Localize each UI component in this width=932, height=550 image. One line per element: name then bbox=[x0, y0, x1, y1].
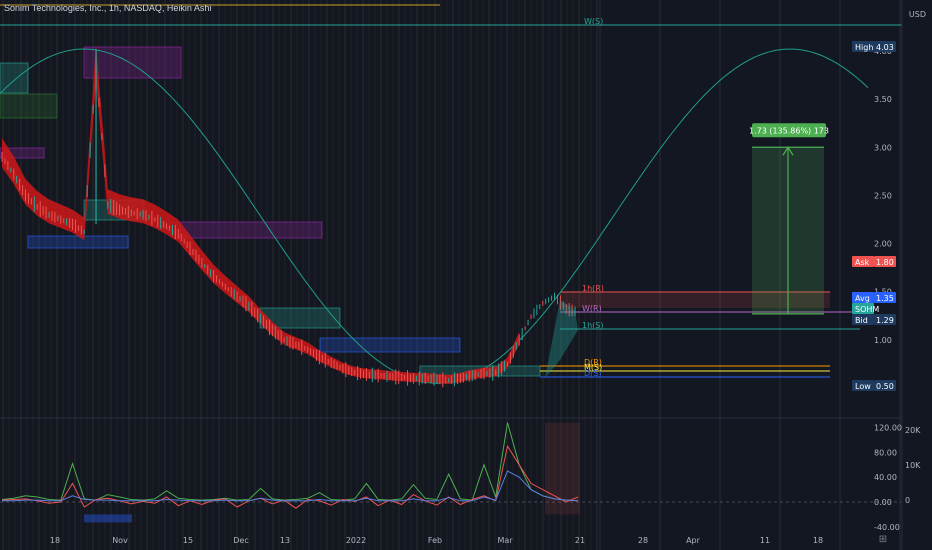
zone bbox=[0, 93, 58, 119]
price-tag-label: Low bbox=[855, 382, 871, 391]
time-tick: 15 bbox=[183, 536, 193, 545]
osc-zone bbox=[84, 514, 132, 523]
price-tick: 3.50 bbox=[874, 95, 892, 104]
price-tick: 2.00 bbox=[874, 240, 892, 249]
price-tick: 1.00 bbox=[874, 336, 892, 345]
zone bbox=[319, 337, 461, 353]
pivot-label: 1h(R) bbox=[582, 284, 604, 293]
time-tick: 18 bbox=[50, 536, 60, 545]
time-tick: 2022 bbox=[346, 536, 366, 545]
price-tag-label: Ask bbox=[855, 258, 870, 267]
price-tag-value: 4.03 bbox=[876, 43, 894, 52]
price-tag-value: 1.35 bbox=[876, 294, 894, 303]
price-tick: 3.00 bbox=[874, 143, 892, 152]
zone bbox=[83, 46, 182, 79]
time-tick: Dec bbox=[233, 536, 248, 545]
pivot-label: D(S) bbox=[584, 369, 601, 378]
price-tag-value: 1.80 bbox=[876, 258, 894, 267]
price-tag-label: Avg bbox=[855, 294, 870, 303]
tradingview-logo-icon[interactable]: ⊞ bbox=[876, 534, 890, 546]
volume-tick: 0 bbox=[905, 496, 910, 505]
price-tick: 2.50 bbox=[874, 191, 892, 200]
time-tick: Apr bbox=[686, 536, 701, 545]
volume-tick: 20K bbox=[905, 426, 921, 435]
zone bbox=[179, 221, 323, 239]
zone bbox=[27, 235, 129, 249]
time-tick: 11 bbox=[760, 536, 770, 545]
osc-tick: -40.00 bbox=[874, 523, 900, 532]
chart-title: Sonim Technologies, Inc., 1h, NASDAQ, He… bbox=[4, 3, 212, 13]
time-tick: 18 bbox=[813, 536, 823, 545]
time-tick: 13 bbox=[280, 536, 290, 545]
projection-box: 1.73 (135.86%) 173 bbox=[749, 123, 829, 315]
time-tick: Feb bbox=[428, 536, 442, 545]
time-tick: Mar bbox=[497, 536, 513, 545]
time-tick: 21 bbox=[575, 536, 585, 545]
projection-label: 1.73 (135.86%) 173 bbox=[749, 126, 829, 135]
price-tag-label: Bid bbox=[855, 316, 868, 325]
price-tag-value: 0.50 bbox=[876, 382, 894, 391]
time-tick: Nov bbox=[112, 536, 128, 545]
price-tag-value: 1.29 bbox=[876, 316, 894, 325]
pivot-label: 1h(S) bbox=[582, 321, 603, 330]
zone bbox=[0, 62, 29, 94]
osc-tick: 120.00 bbox=[874, 424, 902, 433]
osc-tick: 40.00 bbox=[874, 473, 897, 482]
time-tick: 28 bbox=[638, 536, 648, 545]
chart-canvas[interactable]: W(S)1h(R)W(R)1h(S)D(R)M(S)D(S) 1.73 (135… bbox=[0, 0, 932, 550]
price-tag-label: High bbox=[855, 43, 873, 52]
osc-tick: 0.00 bbox=[874, 498, 892, 507]
axis-unit: USD bbox=[909, 10, 926, 19]
osc-tick: 80.00 bbox=[874, 448, 897, 457]
volume-tick: 10K bbox=[905, 461, 921, 470]
price-tag-label: SOHM bbox=[855, 305, 879, 314]
pivot-label: W(S) bbox=[584, 17, 603, 26]
